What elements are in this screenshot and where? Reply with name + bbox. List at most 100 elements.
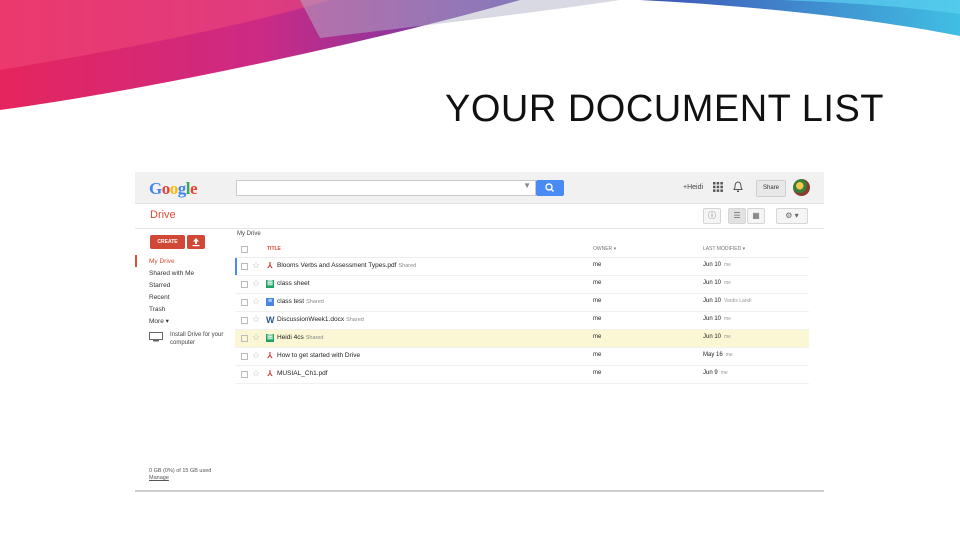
file-rows: ☆ ⅄ Blooms Verbs and Assessment Types.pd… [235,258,809,384]
gear-icon: ⚙ ▾ [785,211,799,220]
row-checkbox[interactable] [241,299,248,306]
sidebar-item-starred[interactable]: Starred [149,280,194,292]
username-link[interactable]: +Heidi [683,184,703,191]
table-row[interactable]: ☆ ⅄ Blooms Verbs and Assessment Types.pd… [235,258,809,276]
sidebar-item-more[interactable]: More ▾ [149,316,194,328]
search-input[interactable]: ▼ [236,180,536,196]
file-title-text: DiscussionWeek1.docx [277,316,345,323]
sidebar-item-trash[interactable]: Trash [149,304,194,316]
file-owner: me [593,352,602,358]
table-row[interactable]: ☆ ⅄ How to get started with Drive me May… [235,348,809,366]
file-title[interactable]: class test Shared [277,298,324,305]
sidebar-item-recent[interactable]: Recent [149,292,194,304]
table-row[interactable]: ☆ ⊞ Heidi 4cs Shared me Jun 10 me [235,330,809,348]
chevron-down-icon: ▾ [742,246,746,252]
document-icon: ≡ [266,298,274,306]
modified-by: me [720,370,728,376]
modified-date: Jun 9 [703,370,718,376]
file-owner: me [593,316,602,322]
file-title-text: Blooms Verbs and Assessment Types.pdf [277,262,397,269]
modified-date: May 16 [703,352,723,358]
row-checkbox[interactable] [241,353,248,360]
file-modified: Jun 10 me [703,334,731,340]
file-owner: me [593,370,602,376]
table-row[interactable]: ☆ ⊞ class sheet me Jun 10 me [235,276,809,294]
shared-badge: Shared [346,317,364,323]
create-button[interactable]: CREATE [150,235,185,249]
settings-button[interactable]: ⚙ ▾ [776,208,808,224]
modified-by: me [724,280,731,286]
focus-indicator [235,258,237,275]
file-owner: me [593,298,602,304]
star-icon[interactable]: ☆ [252,296,260,306]
star-icon[interactable]: ☆ [252,260,260,270]
details-button[interactable]: ⓘ [703,208,721,224]
file-owner: me [593,280,602,286]
file-modified: Jun 9 me [703,370,728,376]
modified-by: me [725,352,733,358]
file-list-area: My Drive TITLE OWNER ▾ LAST MODIFIED ▾ ☆… [235,229,810,489]
apps-grid-icon[interactable] [713,182,723,192]
file-title-text: class sheet [277,280,310,287]
file-title[interactable]: Heidi 4cs Shared [277,334,323,341]
file-modified: Jun 10 me [703,280,731,286]
modified-column-header[interactable]: LAST MODIFIED ▾ [703,246,745,252]
star-icon[interactable]: ☆ [252,314,260,324]
avatar[interactable] [793,179,810,196]
file-title[interactable]: class sheet [277,280,312,287]
shared-badge: Shared [305,335,324,341]
search-options-icon[interactable]: ▼ [523,181,531,190]
row-checkbox[interactable] [241,371,248,378]
row-checkbox[interactable] [241,317,248,324]
storage-text: 0 GB (0%) of 15 GB used [149,468,212,474]
modified-by: me [724,334,731,340]
star-icon[interactable]: ☆ [252,278,260,288]
notifications-bell-icon[interactable] [733,181,743,193]
file-modified: Jun 10 me [703,316,731,322]
file-title[interactable]: Blooms Verbs and Assessment Types.pdf Sha… [277,262,416,269]
share-button[interactable]: Share [756,180,786,197]
shared-badge: Shared [398,263,417,269]
sidebar-item-my-drive[interactable]: My Drive [149,256,194,268]
select-all-checkbox[interactable] [241,246,248,253]
search-button[interactable] [536,180,564,196]
table-row[interactable]: ☆ ≡ class test Shared me Jun 10 Vardis Lan… [235,294,809,312]
table-row[interactable]: ☆ W DiscussionWeek1.docx Shared me Jun 10… [235,312,809,330]
file-modified: Jun 10 Vardis Landi [703,298,751,304]
list-view-button[interactable]: ☰ [728,208,746,224]
active-nav-indicator [135,255,137,267]
modified-column-label: LAST MODIFIED [703,246,742,252]
table-row[interactable]: ☆ ⅄ MUSIAL_Ch1.pdf me Jun 9 me [235,366,809,384]
file-owner: me [593,334,602,340]
row-checkbox[interactable] [241,335,248,342]
owner-column-label: OWNER [593,246,613,252]
breadcrumb[interactable]: My Drive [237,231,261,237]
top-bar: Google ▼ +Heidi Share [135,172,824,204]
word-doc-icon: W [266,315,275,325]
title-column-header[interactable]: TITLE [267,246,281,252]
storage-info: 0 GB (0%) of 15 GB used Manage [149,468,211,482]
upload-button[interactable] [187,235,205,249]
row-checkbox[interactable] [241,281,248,288]
file-modified: Jun 10 me [703,262,731,268]
file-title[interactable]: How to get started with Drive [277,352,362,359]
pdf-icon: ⅄ [267,369,273,378]
row-checkbox[interactable] [241,263,248,270]
google-logo: Google [149,179,198,198]
modified-date: Jun 10 [703,298,722,304]
owner-column-header[interactable]: OWNER ▾ [593,246,616,252]
pdf-icon: ⅄ [267,261,273,270]
sidebar-item-shared-with-me[interactable]: Shared with Me [149,268,194,280]
star-icon[interactable]: ☆ [252,332,260,342]
modified-date: Jun 10 [703,316,722,322]
file-owner: me [593,262,602,268]
star-icon[interactable]: ☆ [252,368,260,378]
modified-date: Jun 10 [703,262,722,268]
file-title[interactable]: MUSIAL_Ch1.pdf [277,370,330,377]
manage-storage-link[interactable]: Manage [149,475,211,482]
search-icon [545,183,554,192]
star-icon[interactable]: ☆ [252,350,260,360]
file-title-text: MUSIAL_Ch1.pdf [277,370,328,377]
grid-view-button[interactable]: ▦ [747,208,765,224]
file-title[interactable]: DiscussionWeek1.docx Shared [277,316,364,323]
